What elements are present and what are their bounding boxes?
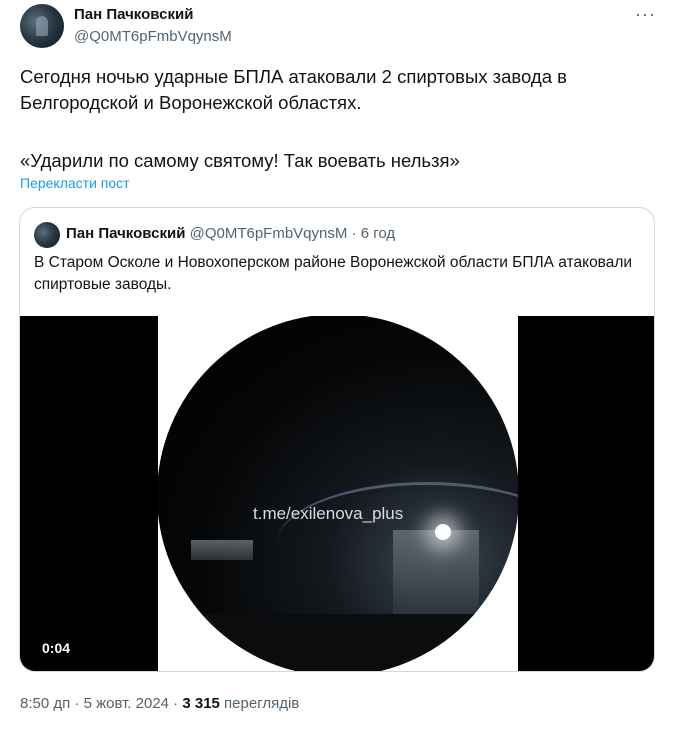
- more-icon[interactable]: ···: [635, 4, 656, 25]
- quoted-author-handle: @Q0MT6pFmbVqynsM: [189, 225, 348, 242]
- video-duration: 0:04: [42, 640, 71, 656]
- avatar[interactable]: [20, 4, 64, 48]
- quoted-author-name: Пан Пачковский: [66, 225, 186, 242]
- author-handle[interactable]: @Q0MT6pFmbVqynsM: [74, 28, 232, 45]
- author-name[interactable]: Пан Пачковский: [74, 6, 193, 23]
- quoted-meta: Пан Пачковский @Q0MT6pFmbVqynsM · 6 год: [66, 225, 395, 242]
- video-house: [191, 540, 253, 560]
- post-footer: 8:50 дп · 5 жовт. 2024 · 3 315 перегляді…: [20, 695, 299, 712]
- video-ground: [158, 614, 518, 671]
- post-header: Пан Пачковский @Q0MT6pFmbVqynsM ···: [20, 4, 660, 52]
- quoted-time: 6 год: [360, 225, 396, 242]
- views-label: переглядів: [219, 695, 300, 712]
- video-arc: [277, 482, 518, 605]
- video-circle: t.me/exilenova_plus: [158, 316, 518, 671]
- avatar-figure: [36, 16, 48, 36]
- video-watermark: t.me/exilenova_plus: [253, 504, 404, 523]
- quoted-avatar: [34, 222, 60, 248]
- post-datetime[interactable]: 8:50 дп · 5 жовт. 2024 ·: [20, 695, 182, 712]
- video-player[interactable]: t.me/exilenova_plus 0:04: [20, 316, 654, 671]
- translate-post-link[interactable]: Перекласти пост: [20, 175, 130, 191]
- quoted-text: В Старом Осколе и Новохоперском районе В…: [34, 254, 633, 293]
- quoted-separator: ·: [347, 225, 361, 242]
- post-paragraph-1: Сегодня ночью ударные БПЛА атаковали 2 с…: [20, 66, 567, 113]
- post-text: Сегодня ночью ударные БПЛА атаковали 2 с…: [20, 64, 640, 174]
- post-paragraph-2: «Ударили по самому святому! Так воевать …: [20, 150, 460, 171]
- views-count: 3 315: [182, 695, 220, 712]
- video-frame: t.me/exilenova_plus: [158, 316, 518, 671]
- quoted-post[interactable]: Пан Пачковский @Q0MT6pFmbVqynsM · 6 год …: [19, 207, 655, 672]
- video-light: [435, 524, 451, 540]
